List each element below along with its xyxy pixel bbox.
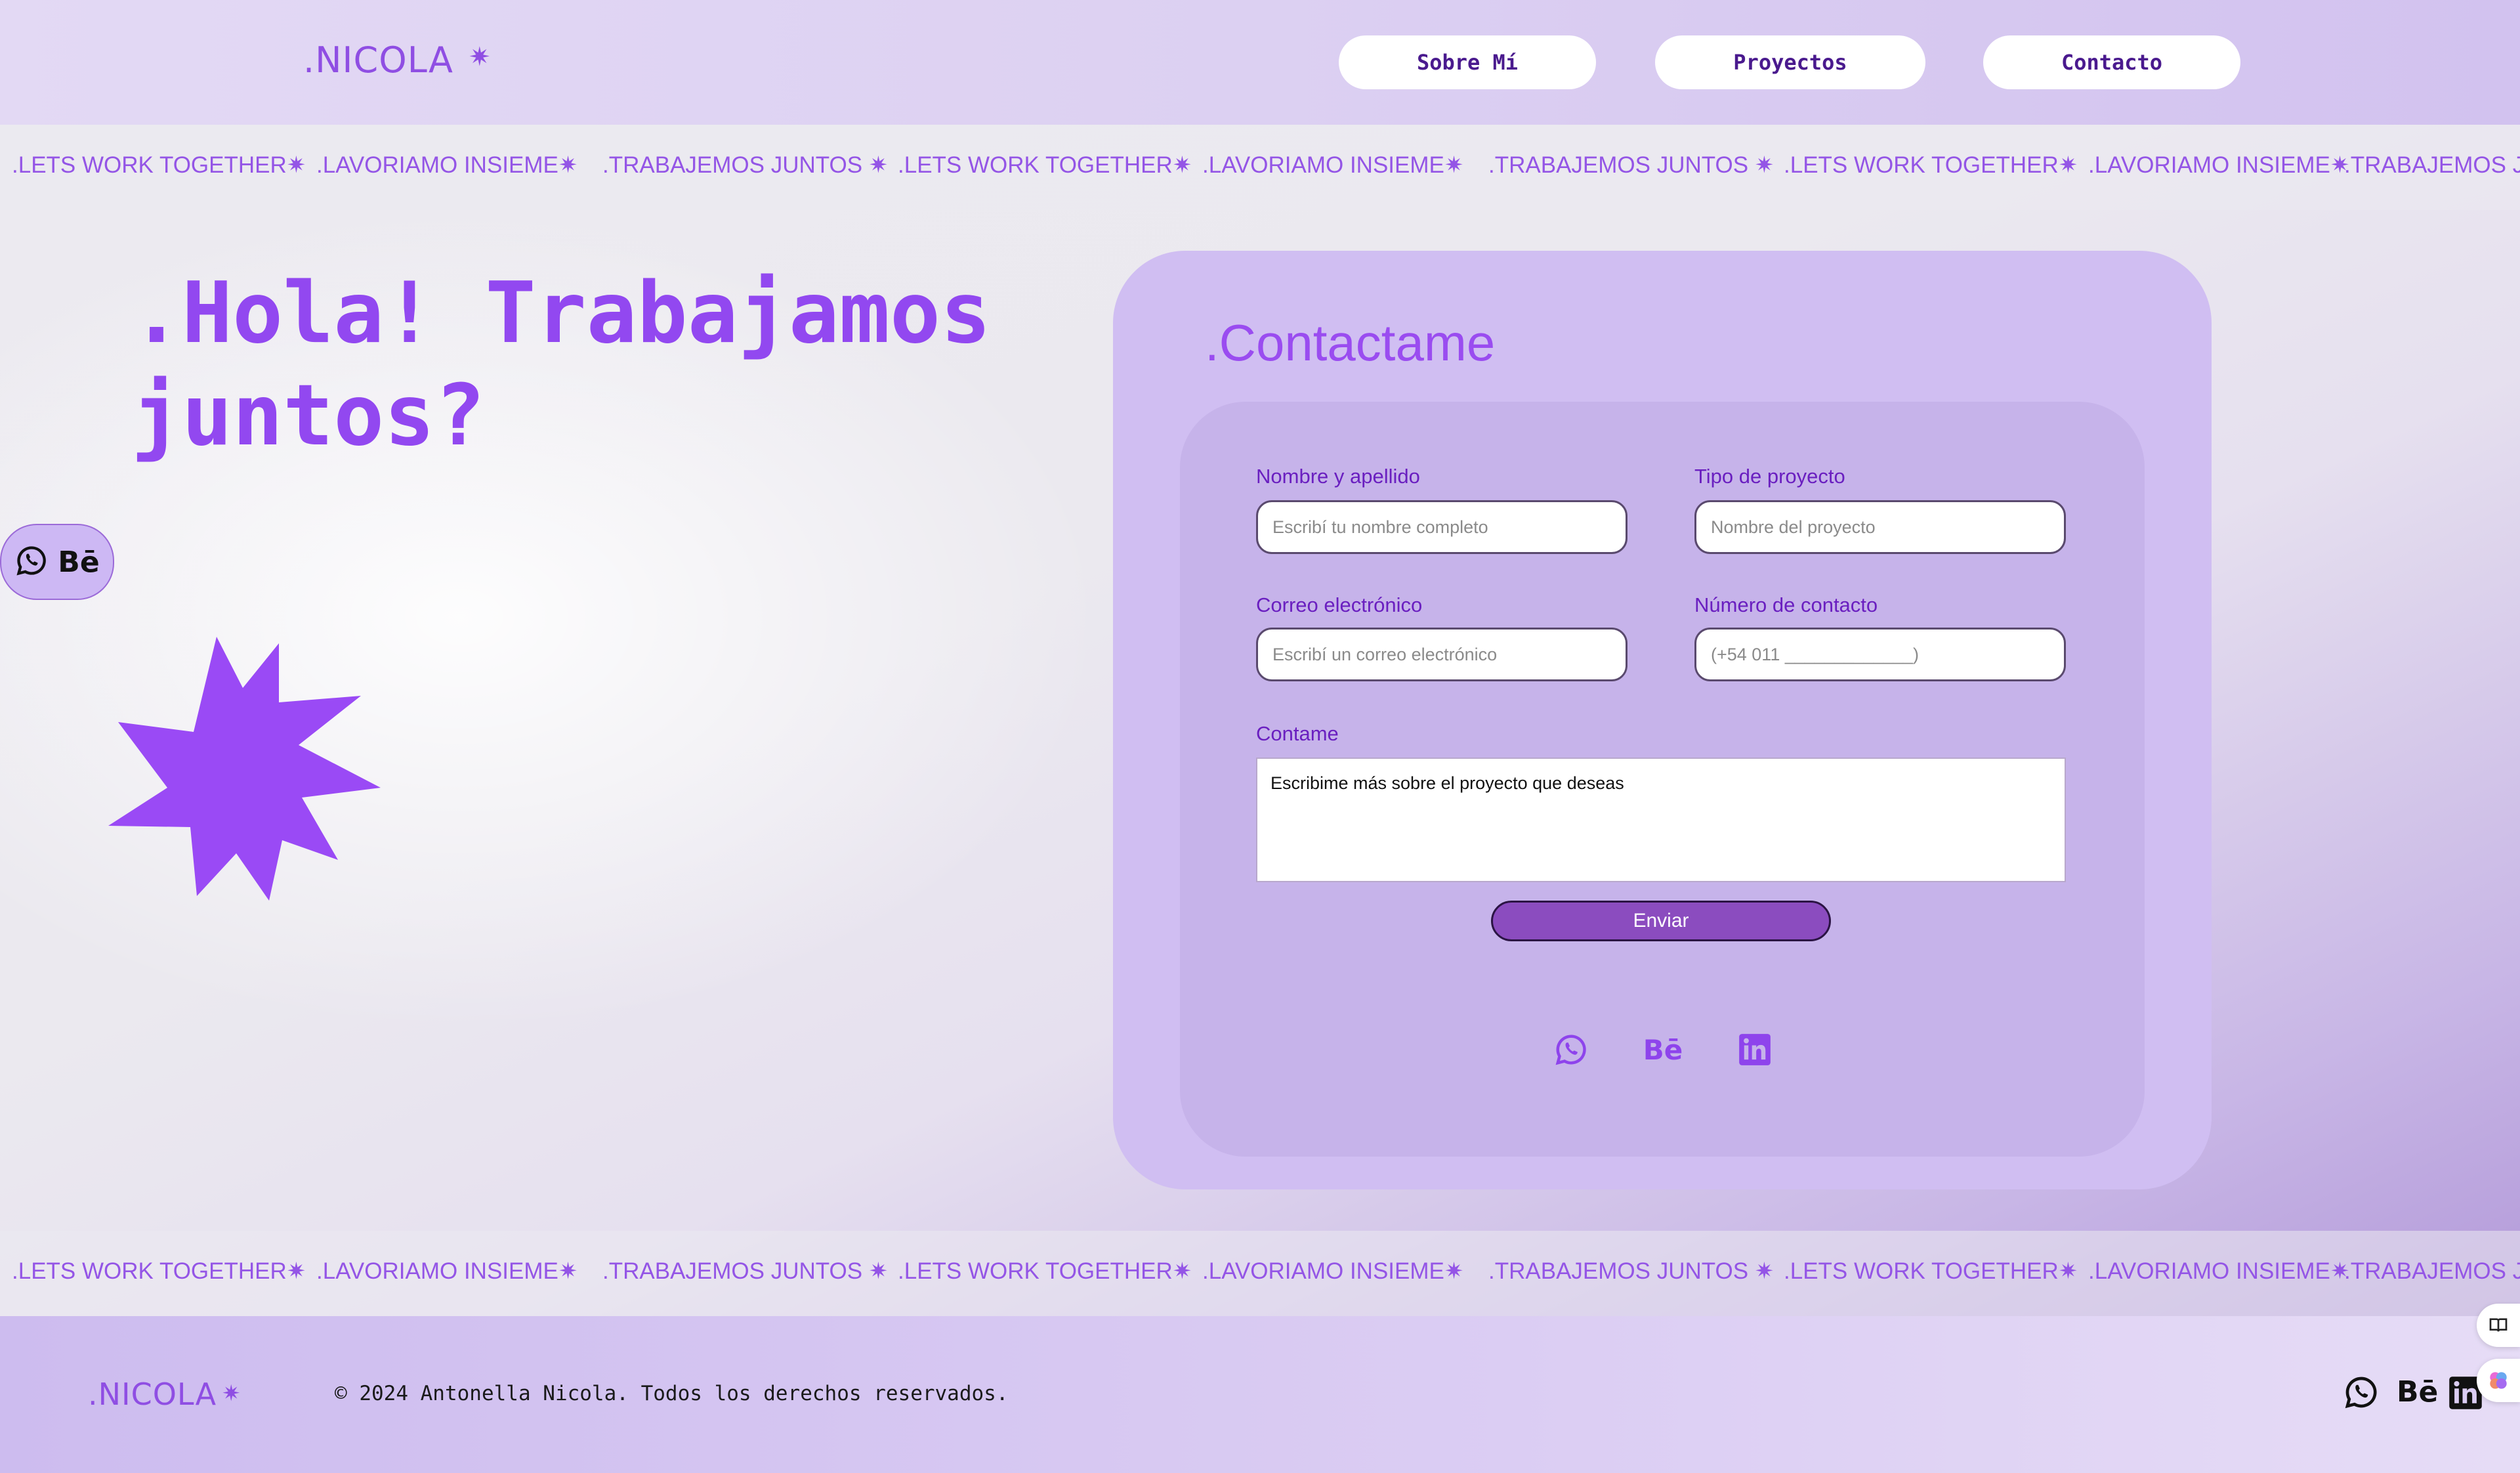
marquee-item: .LETS WORK TOGETHER✷ (12, 1258, 306, 1284)
marquee-item: .LAVORIAMO INSIEME✷ (316, 1258, 578, 1284)
marquee-item: .TRABAJEMOS JUNTOS ✷ (602, 1258, 889, 1284)
brain-icon[interactable] (2477, 1359, 2520, 1402)
marquee-item: .LETS WORK TOGETHER✷ (1784, 1258, 2078, 1284)
marquee-item: .TRABAJEMOS JUNTOS ✷ (1488, 1258, 1774, 1284)
project-label: Tipo de proyecto (1694, 465, 1845, 488)
message-label: Contame (1256, 722, 1339, 745)
contact-title: .Contactame (1205, 314, 1496, 372)
marquee-item: .LAVORIAMO INSIEME✷ (2088, 1258, 2350, 1284)
linkedin-icon[interactable] (1734, 1029, 1776, 1071)
whatsapp-icon[interactable] (1550, 1029, 1592, 1071)
marquee-item: .LAVORIAMO INSIEME✷ (316, 152, 578, 178)
marquee-item: .LAVORIAMO INSIEME✷ (1202, 1258, 1464, 1284)
marquee-top: .LETS WORK TOGETHER✷ .LAVORIAMO INSIEME✷… (0, 125, 2520, 210)
star-icon: ✷ (469, 42, 491, 72)
marquee-bottom: .LETS WORK TOGETHER✷ .LAVORIAMO INSIEME✷… (0, 1231, 2520, 1316)
header: .NICOLA ✷ Sobre Mí Proyectos Contacto (0, 0, 2520, 125)
star-decoration (108, 637, 381, 901)
phone-label: Número de contacto (1694, 593, 1878, 616)
name-input[interactable]: Escribí tu nombre completo (1256, 500, 1628, 554)
marquee-item: .LETS WORK TOGETHER✷ (12, 152, 306, 178)
behance-icon[interactable]: Bē (1642, 1029, 1684, 1071)
marquee-item: .TRABAJEMOS JUNTOS (2344, 1258, 2520, 1284)
project-input[interactable]: Nombre del proyecto (1694, 500, 2066, 554)
email-label: Correo electrónico (1256, 593, 1423, 616)
nav-proyectos[interactable]: Proyectos (1655, 35, 1925, 89)
contact-card: .Contactame Nombre y apellido Escribí tu… (1113, 251, 2212, 1189)
logo[interactable]: .NICOLA (303, 39, 453, 81)
footer-logo[interactable]: .NICOLA (88, 1377, 217, 1412)
nav-sobre-mi[interactable]: Sobre Mí (1339, 35, 1596, 89)
marquee-item: .LAVORIAMO INSIEME✷ (1202, 152, 1464, 178)
nav-contacto[interactable]: Contacto (1983, 35, 2240, 89)
marquee-item: .LETS WORK TOGETHER✷ (898, 152, 1192, 178)
message-textarea[interactable]: Escribime más sobre el proyecto que dese… (1256, 758, 2066, 882)
star-icon: ✷ (222, 1380, 241, 1407)
phone-input[interactable]: (+54 011 _____________) (1694, 628, 2066, 681)
hero-title: .Hola! Trabajamos juntos? (131, 265, 992, 465)
social-pill: Bē (0, 524, 114, 600)
marquee-item: .TRABAJEMOS JUNTOS (2344, 152, 2520, 178)
send-button[interactable]: Enviar (1491, 901, 1831, 941)
footer: .NICOLA ✷ © 2024 Antonella Nicola. Todos… (0, 1316, 2520, 1473)
marquee-item: .TRABAJEMOS JUNTOS ✷ (602, 152, 889, 178)
marquee-item: .LAVORIAMO INSIEME✷ (2088, 152, 2350, 178)
name-label: Nombre y apellido (1256, 465, 1420, 488)
marquee-item: .LETS WORK TOGETHER✷ (898, 1258, 1192, 1284)
contact-form: Nombre y apellido Escribí tu nombre comp… (1180, 402, 2145, 1157)
marquee-item: .LETS WORK TOGETHER✷ (1784, 152, 2078, 178)
email-input[interactable]: Escribí un correo electrónico (1256, 628, 1628, 681)
reader-icon[interactable] (2477, 1304, 2520, 1347)
behance-icon[interactable]: Bē (58, 545, 99, 579)
whatsapp-icon[interactable] (14, 544, 49, 580)
whatsapp-icon[interactable] (2343, 1374, 2380, 1413)
copyright: © 2024 Antonella Nicola. Todos los derec… (335, 1382, 1009, 1405)
marquee-item: .TRABAJEMOS JUNTOS ✷ (1488, 152, 1774, 178)
behance-icon[interactable]: Bē (2397, 1375, 2438, 1409)
